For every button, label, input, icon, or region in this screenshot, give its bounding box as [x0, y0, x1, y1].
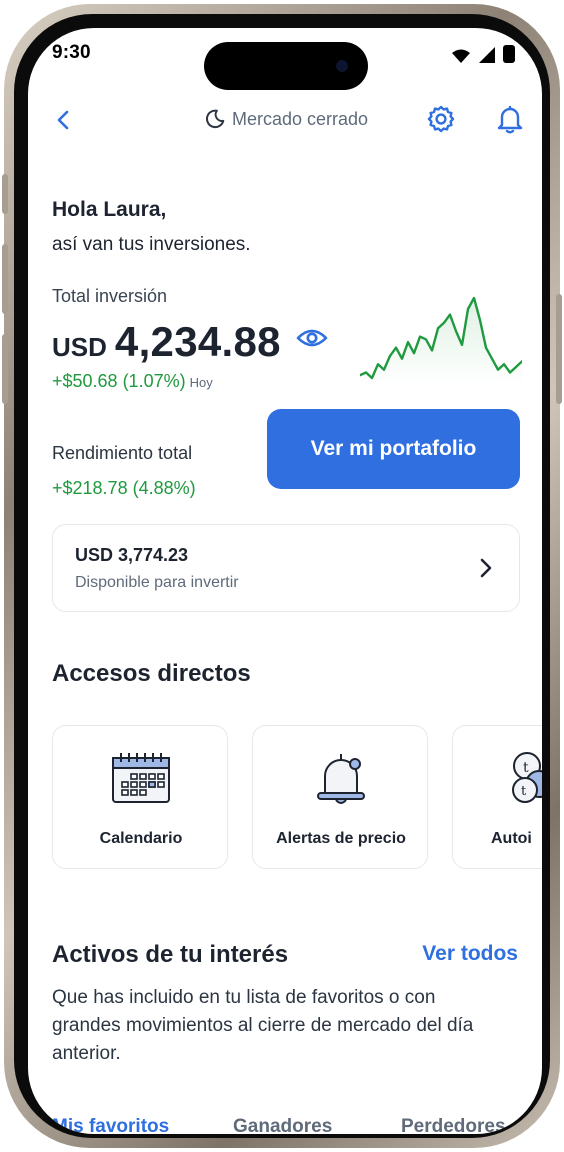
market-status: Mercado cerrado	[204, 108, 368, 130]
chevron-right-icon	[480, 558, 492, 578]
status-icons	[450, 44, 516, 64]
available-label: Disponible para invertir	[75, 574, 239, 591]
silent-switch	[2, 174, 8, 214]
camera-icon	[336, 60, 348, 72]
investment-sparkline	[360, 296, 522, 386]
assets-tabs: Mis favoritos Ganadores Perdedores	[28, 1116, 542, 1134]
shortcut-label: Calendario	[99, 830, 183, 847]
battery-icon	[503, 45, 515, 63]
phone-frame: 9:30 Mercado cerrado Hola Laura, así van…	[2, 4, 562, 1148]
total-performance-label: Rendimiento total	[52, 443, 193, 463]
sparkline-area	[360, 298, 522, 386]
calendar-icon	[112, 753, 170, 803]
currency-label: USD	[52, 332, 107, 362]
cellular-signal-icon	[479, 47, 495, 63]
bell-icon[interactable]	[496, 104, 524, 134]
volume-down-button	[2, 334, 8, 404]
total-investment-value: USD 4,234.88	[52, 318, 281, 366]
tab-favorites[interactable]: Mis favoritos	[52, 1116, 169, 1134]
app-screen: 9:30 Mercado cerrado Hola Laura, así van…	[28, 28, 542, 1134]
status-time: 9:30	[52, 42, 91, 63]
available-balance-card[interactable]: USD 3,774.23 Disponible para invertir	[52, 524, 520, 612]
assets-title: Activos de tu interés	[52, 941, 289, 968]
moon-icon	[206, 109, 225, 129]
coins-icon: t t	[512, 752, 542, 803]
tab-gainers[interactable]: Ganadores	[233, 1116, 332, 1134]
shortcut-price-alerts[interactable]: Alertas de precio	[252, 725, 428, 869]
daily-change: +$50.68 (1.07%) Hoy	[52, 371, 213, 392]
bell-alert-icon	[317, 754, 365, 804]
shortcut-autoinvest[interactable]: t t Autoi	[452, 725, 542, 869]
volume-up-button	[2, 244, 8, 314]
total-investment-label: Total inversión	[52, 286, 168, 306]
greeting-subtitle: así van tus inversiones.	[52, 234, 251, 255]
shortcuts-title: Accesos directos	[52, 660, 251, 687]
back-arrow-icon[interactable]	[52, 108, 76, 132]
market-status-label: Mercado cerrado	[232, 108, 369, 129]
tab-losers[interactable]: Perdedores	[401, 1116, 506, 1134]
total-investment-amount: 4,234.88	[114, 318, 281, 365]
available-amount: USD 3,774.23	[75, 545, 189, 565]
view-portfolio-button[interactable]: Ver mi portafolio	[267, 409, 520, 489]
eye-icon[interactable]	[296, 326, 328, 350]
power-button	[556, 294, 562, 404]
gear-icon[interactable]	[426, 104, 456, 134]
total-performance-value: +$218.78 (4.88%)	[52, 478, 196, 498]
top-navigation-bar: Mercado cerrado	[28, 98, 542, 142]
daily-change-period: Hoy	[189, 375, 213, 390]
shortcut-label: Alertas de precio	[276, 830, 406, 847]
shortcut-label: Autoi	[491, 830, 532, 847]
shortcuts-carousel: Calendario Alertas de precio t t Autoi	[52, 725, 542, 871]
wifi-icon	[452, 49, 470, 63]
dynamic-island	[204, 42, 368, 90]
svg-text:t: t	[521, 784, 527, 799]
assets-description: Que has incluido en tu lista de favorito…	[52, 987, 474, 1064]
svg-text:t: t	[523, 760, 529, 776]
greeting-title: Hola Laura,	[52, 198, 167, 221]
daily-change-value: +$50.68 (1.07%)	[52, 371, 186, 391]
see-all-link[interactable]: Ver todos	[422, 942, 518, 966]
shortcut-calendar[interactable]: Calendario	[52, 725, 228, 869]
